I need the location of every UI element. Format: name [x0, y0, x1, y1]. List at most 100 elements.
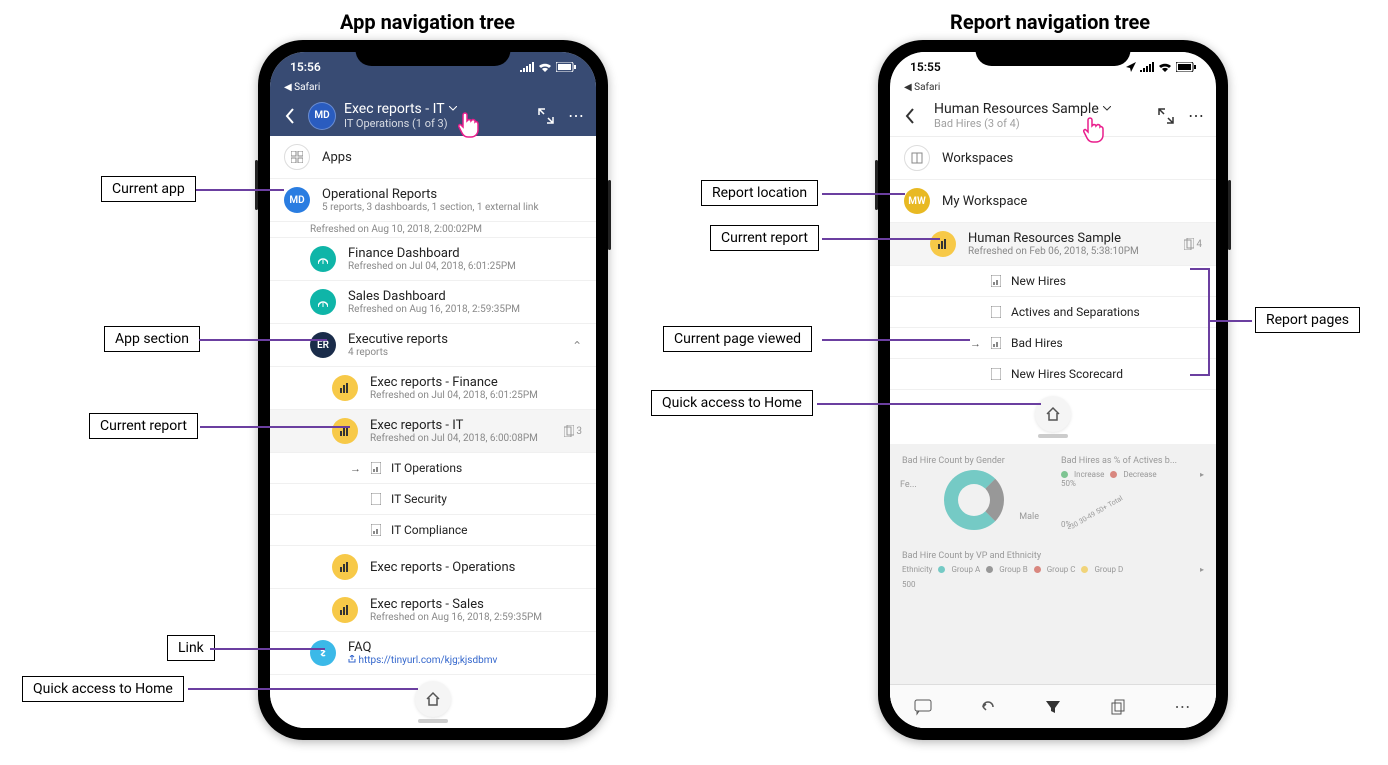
operational-title: Operational Reports	[322, 187, 582, 202]
apps-row[interactable]: Apps	[270, 136, 596, 179]
workspaces-row[interactable]: Workspaces	[890, 137, 1216, 180]
callout-current-report-left: Current report	[89, 413, 198, 439]
more-icon[interactable]: ⋯	[1188, 106, 1206, 125]
home-icon	[425, 691, 441, 707]
report-icon	[930, 231, 956, 257]
ethnicity-label: Ethnicity	[902, 565, 932, 574]
ethnicity-legend: Ethnicity Group A Group B Group C Group …	[902, 565, 1204, 574]
status-indicators	[520, 62, 576, 72]
report-icon	[332, 597, 358, 623]
executive-reports-section[interactable]: ER Executive reports 4 reports ⌄	[270, 324, 596, 367]
chevron-right-icon[interactable]: ▸	[1200, 565, 1204, 574]
location-icon	[1126, 62, 1136, 72]
it-comp-label: IT Compliance	[391, 523, 468, 537]
header-title-block[interactable]: Exec reports - IT IT Operations (1 of 3)	[344, 101, 530, 130]
diagram-title-right: Report navigation tree	[950, 10, 1150, 34]
finance-dashboard-row[interactable]: Finance Dashboard Refreshed on Jul 04, 2…	[270, 238, 596, 281]
chevron-down-icon	[1103, 106, 1111, 112]
sheet-grabber[interactable]	[418, 719, 448, 723]
undo-icon[interactable]	[979, 698, 997, 716]
section-avatar: ER	[310, 332, 336, 358]
status-time: 15:56	[290, 60, 321, 74]
expand-icon[interactable]	[538, 108, 554, 124]
hr-sample-row[interactable]: Human Resources Sample Refreshed on Feb …	[890, 223, 1216, 266]
header-avatar: MD	[308, 102, 336, 130]
actives-page[interactable]: Actives and Separations	[890, 297, 1216, 328]
callout-current-report-right: Current report	[710, 225, 819, 251]
partial-row[interactable]: Refreshed on Aug 10, 2018, 2:00:02PM	[270, 222, 596, 238]
status-indicators	[1126, 62, 1196, 72]
exec-finance-row[interactable]: Exec reports - Finance Refreshed on Jul …	[270, 367, 596, 410]
callout-home-left: Quick access to Home	[22, 676, 184, 702]
home-button[interactable]	[415, 681, 451, 717]
dashboard-icon	[310, 289, 336, 315]
chevron-up-icon: ⌄	[572, 338, 582, 352]
report-header: Human Resources Sample Bad Hires (3 of 4…	[890, 95, 1216, 137]
actives-label: Actives and Separations	[1011, 305, 1140, 319]
report-icon	[332, 375, 358, 401]
back-button[interactable]	[900, 106, 920, 126]
chart-card-gender[interactable]: Bad Hire Count by Gender Fe... Male	[898, 452, 1049, 541]
exec-sales-sub: Refreshed on Aug 16, 2018, 2:59:35PM	[370, 612, 582, 623]
filter-icon[interactable]	[1044, 698, 1062, 716]
new-hires-page[interactable]: New Hires	[890, 266, 1216, 297]
header-subtitle: Bad Hires (3 of 4)	[934, 117, 1150, 130]
status-back-link[interactable]: ◀ Safari	[270, 82, 596, 95]
chevron-right-icon[interactable]: ▸	[1200, 470, 1204, 479]
legend-dot	[1081, 566, 1088, 573]
it-sec-label: IT Security	[391, 492, 447, 506]
scorecard-label: New Hires Scorecard	[1011, 367, 1123, 381]
page-icon	[989, 336, 1003, 350]
report-preview: Bad Hire Count by Gender Fe... Male Bad …	[890, 444, 1216, 684]
faq-link-row[interactable]: FAQ https://tinyurl.com/kjg;kjsdbmv	[270, 632, 596, 675]
comment-icon[interactable]	[914, 698, 932, 716]
pages-icon	[1184, 238, 1194, 250]
nav-tree-content: Workspaces MW My Workspace Human Resourc…	[890, 137, 1216, 728]
scorecard-page[interactable]: New Hires Scorecard	[890, 359, 1216, 390]
finance-dash-sub: Refreshed on Jul 04, 2018, 6:01:25PM	[348, 261, 582, 272]
my-workspace-row[interactable]: MW My Workspace	[890, 180, 1216, 223]
operational-reports-row[interactable]: MD Operational Reports 5 reports, 3 dash…	[270, 179, 596, 222]
chart-legend: Increase Decrease ▸	[1061, 470, 1204, 479]
sales-dashboard-row[interactable]: Sales Dashboard Refreshed on Aug 16, 201…	[270, 281, 596, 324]
report-icon	[332, 418, 358, 444]
bad-hires-label: Bad Hires	[1011, 336, 1063, 350]
label-male: Male	[1019, 512, 1039, 522]
phone-notch	[356, 40, 511, 66]
legend-dot	[986, 566, 993, 573]
exec-sales-row[interactable]: Exec reports - Sales Refreshed on Aug 16…	[270, 589, 596, 632]
status-back-link[interactable]: ◀ Safari	[890, 82, 1216, 95]
it-security-page[interactable]: IT Security	[270, 484, 596, 515]
bad-hires-page[interactable]: → Bad Hires	[890, 328, 1216, 359]
operational-sub: 5 reports, 3 dashboards, 1 section, 1 ex…	[322, 202, 582, 213]
callout-app-section: App section	[104, 326, 200, 352]
exec-it-row[interactable]: Exec reports - IT Refreshed on Jul 04, 2…	[270, 410, 596, 453]
sheet-grabber[interactable]	[1038, 434, 1068, 438]
more-icon[interactable]: ⋯	[1174, 697, 1192, 716]
exec-section-title: Executive reports	[348, 332, 560, 347]
finance-dash-title: Finance Dashboard	[348, 246, 582, 261]
it-compliance-page[interactable]: IT Compliance	[270, 515, 596, 546]
back-button[interactable]	[280, 106, 300, 126]
chevron-down-icon	[449, 106, 457, 112]
legend-dot	[938, 566, 945, 573]
it-operations-page[interactable]: → IT Operations	[270, 453, 596, 484]
callout-report-pages: Report pages	[1255, 307, 1360, 333]
page-icon	[989, 367, 1003, 381]
exec-operations-row[interactable]: Exec reports - Operations	[270, 546, 596, 589]
exec-sales-title: Exec reports - Sales	[370, 597, 582, 612]
chart-card-actives[interactable]: Bad Hires as % of Actives b... Increase …	[1057, 452, 1208, 541]
phone-frame-right: 15:55 ◀ Safari Human Resources Sample Ba…	[878, 40, 1228, 740]
chart-card-ethnicity[interactable]: Bad Hire Count by VP and Ethnicity Ethni…	[898, 547, 1208, 676]
legend-dot	[1034, 566, 1041, 573]
callout-report-location: Report location	[701, 180, 818, 206]
page-icon	[989, 305, 1003, 319]
more-icon[interactable]: ⋯	[568, 106, 586, 125]
expand-icon[interactable]	[1158, 108, 1174, 124]
exec-ops-title: Exec reports - Operations	[370, 560, 582, 575]
wifi-icon	[1158, 62, 1172, 72]
ytick-500: 500	[902, 580, 1204, 589]
header-title-block[interactable]: Human Resources Sample Bad Hires (3 of 4…	[934, 101, 1150, 130]
copy-icon[interactable]	[1109, 698, 1127, 716]
home-button[interactable]	[1035, 396, 1071, 432]
